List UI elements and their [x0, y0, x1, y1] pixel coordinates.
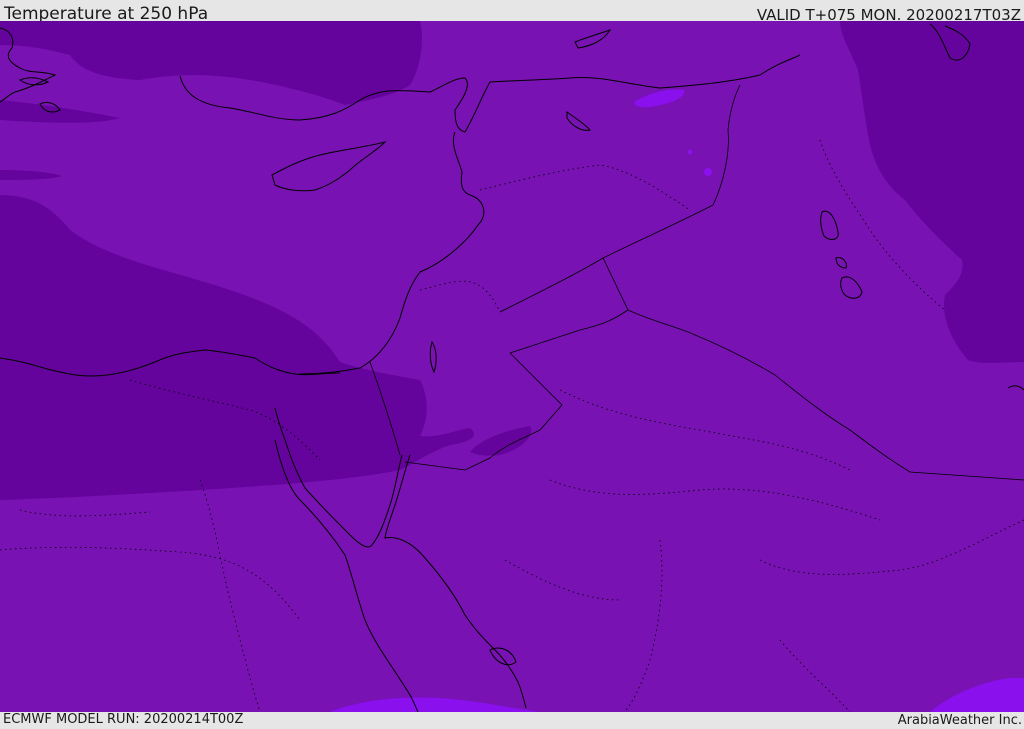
footer-bar: ECMWF MODEL RUN: 20200214T00Z ArabiaWeat…: [0, 712, 1024, 729]
warm-dot-2: [687, 149, 693, 155]
temperature-map[interactable]: [0, 21, 1024, 712]
header-bar: Temperature at 250 hPa VALID T+075 MON. …: [0, 0, 1024, 24]
map-viewer: Temperature at 250 hPa VALID T+075 MON. …: [0, 0, 1024, 729]
credit-label: ArabiaWeather Inc.: [897, 713, 1022, 728]
model-run-label: ECMWF MODEL RUN: 20200214T00Z: [3, 712, 244, 727]
warm-dot-1: [704, 168, 712, 176]
